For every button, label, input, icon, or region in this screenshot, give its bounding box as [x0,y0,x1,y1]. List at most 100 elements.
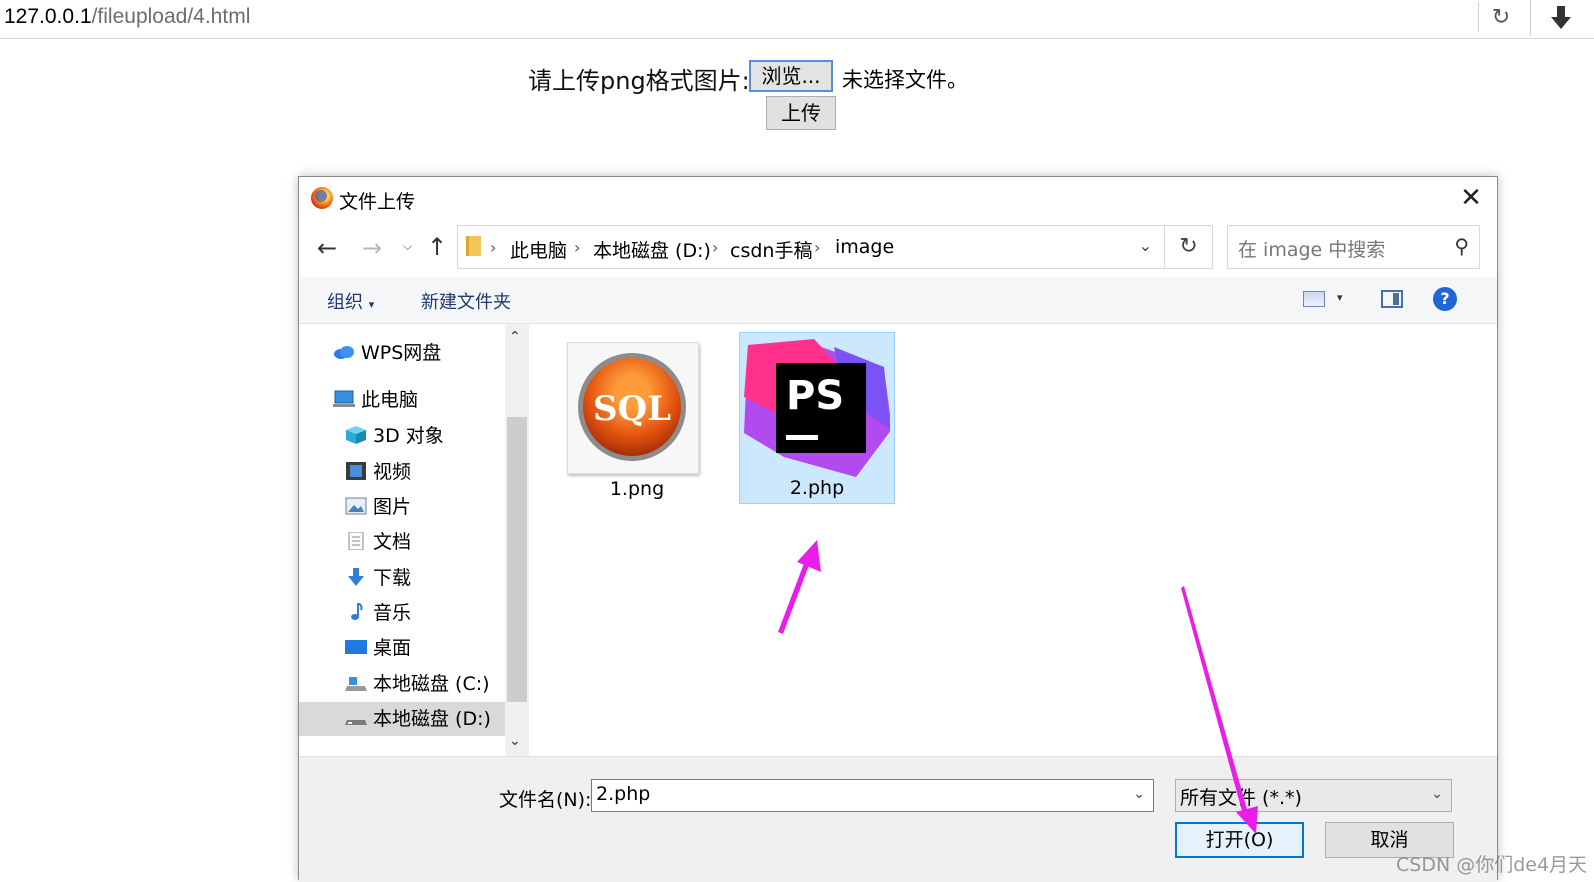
sidebar-item-this-pc[interactable]: 此电脑 [333,383,418,417]
toolbar-divider [1530,0,1531,36]
chevron-right-icon: › [712,238,719,257]
download-icon [348,567,364,586]
folder-icon [466,236,481,256]
view-mode-icon[interactable] [1303,291,1325,307]
filename-field[interactable]: 2.php ⌄ [591,779,1154,812]
recent-locations-chevron-icon[interactable]: ⌵ [403,239,412,254]
sidebar-item-label: 图片 [373,496,412,518]
sidebar-item-label: 3D 对象 [373,425,444,447]
watermark: CSDN @你们de4月天 [1396,854,1588,876]
sidebar-item-wps-cloud[interactable]: WPS网盘 [333,336,441,370]
picture-icon [345,497,367,514]
close-icon[interactable]: ✕ [1456,183,1486,213]
breadcrumb-item[interactable]: 本地磁盘 (D:) [593,236,711,263]
chevron-right-icon: › [814,238,821,257]
navigation-pane: WPS网盘 此电脑 3D 对象 视频 图片 文档 下载 音乐 桌面 本地磁盘 (… [299,324,505,756]
toolbar-divider [1478,2,1479,32]
filename-value: 2.php [596,783,651,805]
sidebar-item-label: 本地磁盘 (D:) [373,708,491,730]
url-path: /fileupload/4.html [91,5,251,28]
refresh-icon[interactable]: ↻ [1165,225,1213,269]
file-upload-dialog: 文件上传 ✕ ← → ⌵ ↑ › 此电脑 › 本地磁盘 (D:) › csdn手… [298,176,1498,882]
sidebar-item-label: 文档 [373,531,412,553]
sidebar-item-desktop[interactable]: 桌面 [345,631,411,665]
chevron-down-icon[interactable]: ⌄ [1139,236,1152,255]
sidebar-item-videos[interactable]: 视频 [345,455,411,489]
sql-logo: SQL [578,353,686,461]
file-name: 1.png [609,478,665,500]
sidebar-item-label: 桌面 [373,637,412,659]
sidebar-item-label: WPS网盘 [361,342,442,364]
filetype-value: 所有文件 (*.*) [1180,787,1302,809]
sidebar-item-drive-c[interactable]: 本地磁盘 (C:) [345,667,490,701]
dialog-title: 文件上传 [339,191,416,213]
music-icon [351,602,363,620]
video-icon [346,461,366,480]
chevron-right-icon: › [490,238,497,257]
desktop-icon [345,639,367,654]
sidebar-item-documents[interactable]: 文档 [345,525,411,559]
filetype-select[interactable]: 所有文件 (*.*) ⌄ [1175,779,1452,812]
sidebar-item-downloads[interactable]: 下载 [345,561,411,595]
upload-submit-button[interactable]: 上传 [766,96,836,130]
file-item-selected[interactable]: PS 2.php [739,332,895,504]
reload-icon[interactable]: ↻ [1486,4,1516,32]
search-icon: ⚲ [1454,234,1469,258]
breadcrumb-item[interactable]: csdn手稿 [730,236,812,263]
chevron-down-icon[interactable]: ⌄ [1133,786,1145,802]
chevron-down-icon: ⌄ [1431,786,1443,802]
computer-icon [333,390,355,407]
breadcrumb-item[interactable]: 此电脑 [510,236,567,263]
organize-menu[interactable]: 组织 ▾ [327,288,374,314]
filename-label: 文件名(N): [499,789,592,811]
upload-prompt: 请上传png格式图片: [528,67,750,95]
nav-scrollbar-thumb[interactable] [507,417,527,702]
chevron-down-icon[interactable]: ⌄ [509,733,521,749]
phpstorm-icon: PS [744,339,890,477]
sidebar-item-drive-d[interactable]: 本地磁盘 (D:) [299,702,505,736]
firefox-icon [311,187,333,209]
download-arrow-icon[interactable] [1546,2,1576,34]
cube-3d-icon [346,425,366,444]
file-name: 2.php [789,477,845,499]
sidebar-item-3d-objects[interactable]: 3D 对象 [345,419,444,453]
sidebar-item-pictures[interactable]: 图片 [345,490,411,524]
new-folder-button[interactable]: 新建文件夹 [421,288,511,314]
help-icon[interactable]: ? [1433,287,1457,311]
browse-button[interactable]: 浏览... [749,60,833,92]
file-item[interactable]: SQL 1.png [559,334,715,506]
dialog-toolbar: 组织 ▾ 新建文件夹 ▾ ? [299,277,1497,324]
chevron-down-icon: ▾ [368,298,375,311]
url-host: 127.0.0.1 [4,5,92,28]
sidebar-item-label: 本地磁盘 (C:) [373,673,490,695]
preview-pane-icon[interactable] [1381,290,1403,308]
browser-toolbar: 127.0.0.1/fileupload/4.html ↻ [0,0,1594,39]
search-placeholder: 在 image 中搜索 [1238,239,1386,261]
address-bar[interactable]: 127.0.0.1/fileupload/4.html [4,5,250,29]
search-input[interactable]: 在 image 中搜索 ⚲ [1227,225,1480,269]
organize-label: 组织 [327,292,363,313]
document-icon [348,531,364,550]
file-list: SQL 1.png PS 2.php [531,324,1497,756]
sidebar-item-label: 视频 [373,461,412,483]
breadcrumb-item[interactable]: image [835,236,894,258]
drive-icon [345,719,367,725]
open-button[interactable]: 打开(O) [1175,822,1304,858]
sidebar-item-label: 下载 [373,567,412,589]
up-arrow-icon[interactable]: ↑ [427,233,447,261]
cloud-icon [334,345,354,359]
sidebar-item-label: 此电脑 [361,389,419,411]
sidebar-item-label: 音乐 [373,602,412,624]
no-file-text: 未选择文件。 [842,68,968,92]
svg-text:PS: PS [786,373,844,419]
back-arrow-icon[interactable]: ← [317,234,337,262]
drive-icon [345,676,367,691]
dialog-footer: 文件名(N): 2.php ⌄ 所有文件 (*.*) ⌄ 打开(O) 取消 [299,756,1497,882]
breadcrumb[interactable]: › 此电脑 › 本地磁盘 (D:) › csdn手稿 › image ⌄ [457,225,1165,269]
forward-arrow-icon[interactable]: → [362,234,382,262]
sidebar-item-music[interactable]: 音乐 [345,596,411,630]
chevron-right-icon: › [574,238,581,257]
chevron-down-icon[interactable]: ▾ [1337,291,1343,304]
chevron-up-icon[interactable]: ⌃ [509,329,521,345]
sql-image-thumbnail: SQL [567,342,699,474]
